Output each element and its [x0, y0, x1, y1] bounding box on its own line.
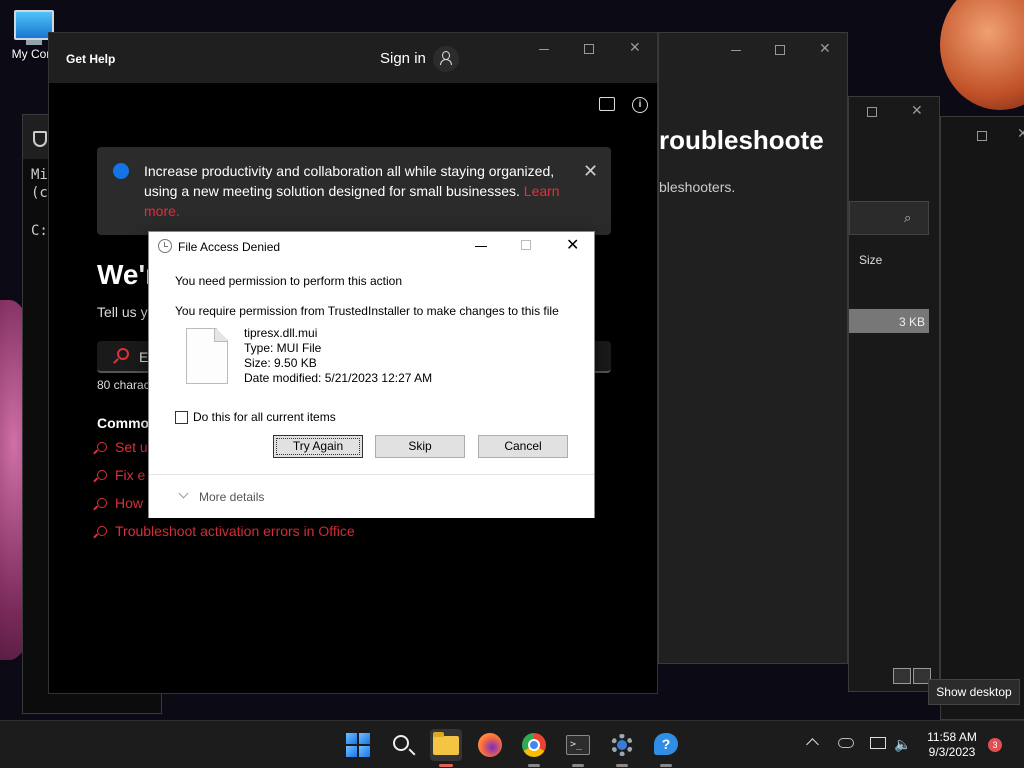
file-date-modified: Date modified: 5/21/2023 12:27 AM: [244, 371, 433, 385]
terminal-icon: >_: [566, 735, 590, 755]
info-dot-icon: [113, 163, 129, 179]
close-icon[interactable]: ✕: [911, 102, 923, 119]
terminal-prompt: C:: [31, 223, 48, 239]
window-title: Get Help: [66, 52, 116, 66]
contact-support-icon[interactable]: [599, 97, 615, 111]
taskbar-get-help[interactable]: ?: [650, 729, 682, 767]
taskbar-file-explorer[interactable]: [430, 729, 462, 767]
cancel-button[interactable]: Cancel: [478, 435, 568, 458]
size-column-header[interactable]: Size: [859, 253, 882, 267]
taskbar-start-button[interactable]: [342, 729, 374, 761]
taskbar-firefox[interactable]: [474, 729, 506, 761]
info-icon[interactable]: i: [632, 97, 648, 113]
search-icon: [117, 348, 129, 360]
file-access-denied-dialog[interactable]: File Access Denied ✕ You need permission…: [148, 231, 595, 518]
try-again-button[interactable]: Try Again: [273, 435, 363, 458]
onedrive-icon[interactable]: [838, 738, 854, 748]
shield-icon: [33, 131, 47, 147]
dialog-title: File Access Denied: [178, 240, 281, 254]
common-link[interactable]: How: [97, 495, 143, 511]
notification-badge[interactable]: 3: [988, 738, 1002, 752]
troubleshooter-subtitle: bleshooters.: [659, 179, 736, 195]
search-icon: ⌕: [904, 210, 912, 225]
details-view-icon[interactable]: [893, 668, 911, 684]
taskbar: >_ ? 🔈 11:58 AM 9/3/2023 3: [0, 720, 1024, 768]
show-desktop-tooltip: Show desktop: [928, 679, 1020, 705]
get-help-titlebar[interactable]: Get Help Sign in ✕: [49, 33, 657, 83]
search-icon: [97, 526, 107, 536]
volume-icon[interactable]: 🔈: [894, 736, 911, 753]
minimize-icon[interactable]: [475, 246, 487, 247]
more-details-toggle[interactable]: More details: [149, 474, 594, 518]
close-icon[interactable]: ✕: [629, 39, 641, 56]
maximize-icon[interactable]: [775, 45, 785, 55]
more-details-label: More details: [199, 490, 265, 504]
file-row-selected[interactable]: 3 KB: [849, 309, 929, 333]
help-icon: ?: [654, 733, 678, 755]
taskbar-settings[interactable]: [606, 729, 638, 767]
sign-in-link[interactable]: Sign in: [380, 50, 426, 67]
file-type: Type: MUI File: [244, 341, 322, 355]
background-window-far-right[interactable]: ✕: [940, 116, 1024, 720]
background-window-explorer[interactable]: ✕ ⌕ Size 3 KB: [848, 96, 940, 692]
file-icon: [186, 328, 228, 384]
search-icon: [393, 735, 409, 751]
apply-to-all-label[interactable]: Do this for all current items: [193, 410, 336, 424]
explorer-search-box[interactable]: ⌕: [849, 201, 929, 235]
chrome-icon: [522, 733, 546, 757]
person-icon[interactable]: [433, 46, 459, 72]
firefox-icon: [478, 733, 502, 757]
windows-start-icon: [346, 733, 370, 757]
promo-banner: Increase productivity and collaboration …: [97, 147, 611, 235]
close-icon[interactable]: ✕: [819, 40, 831, 57]
taskbar-search-button[interactable]: [386, 729, 418, 761]
chevron-down-icon: [178, 488, 189, 499]
common-link[interactable]: Set u: [97, 439, 148, 455]
taskbar-terminal[interactable]: >_: [562, 729, 594, 767]
close-icon[interactable]: ✕: [1017, 125, 1024, 142]
background-window-troubleshooter[interactable]: ✕ roubleshoote bleshooters.: [658, 32, 848, 664]
view-toggle-group: [893, 668, 933, 687]
folder-icon: [433, 732, 459, 755]
taskbar-chrome[interactable]: [518, 729, 550, 767]
dialog-message: You need permission to perform this acti…: [175, 274, 403, 288]
file-size: Size: 9.50 KB: [244, 356, 317, 370]
clock-icon: [158, 239, 172, 253]
skip-button[interactable]: Skip: [375, 435, 465, 458]
terminal-line: (c: [31, 185, 48, 201]
banner-message: Increase productivity and collaboration …: [144, 163, 555, 199]
file-name: tipresx.dll.mui: [244, 326, 318, 340]
network-icon[interactable]: [870, 737, 886, 749]
wallpaper-orb: [940, 0, 1024, 110]
common-link[interactable]: Fix e: [97, 467, 145, 483]
prompt-text: Tell us yo: [97, 304, 156, 320]
troubleshooter-title: roubleshoote: [659, 125, 824, 155]
dialog-detail: You require permission from TrustedInsta…: [175, 304, 559, 318]
apply-to-all-checkbox[interactable]: [175, 411, 188, 424]
search-icon: [97, 470, 107, 480]
maximize-icon[interactable]: [977, 131, 987, 141]
clock-display[interactable]: 11:58 AM 9/3/2023: [920, 730, 984, 760]
gear-icon: [611, 734, 633, 756]
date-text: 9/3/2023: [928, 745, 976, 759]
show-hidden-icons-chevron-icon[interactable]: [806, 738, 819, 751]
close-icon[interactable]: ✕: [566, 235, 579, 255]
common-link[interactable]: Troubleshoot activation errors in Office: [97, 523, 355, 539]
character-count: 80 charact: [97, 378, 154, 392]
close-banner-icon[interactable]: ✕: [583, 161, 598, 182]
maximize-icon[interactable]: [584, 44, 594, 54]
terminal-line: Mi: [31, 167, 48, 183]
time-text: 11:58 AM: [927, 730, 977, 744]
maximize-icon[interactable]: [867, 107, 877, 117]
maximize-icon: [521, 240, 531, 250]
search-icon: [97, 442, 107, 452]
search-icon: [97, 498, 107, 508]
common-section-heading: Commo: [97, 415, 150, 431]
